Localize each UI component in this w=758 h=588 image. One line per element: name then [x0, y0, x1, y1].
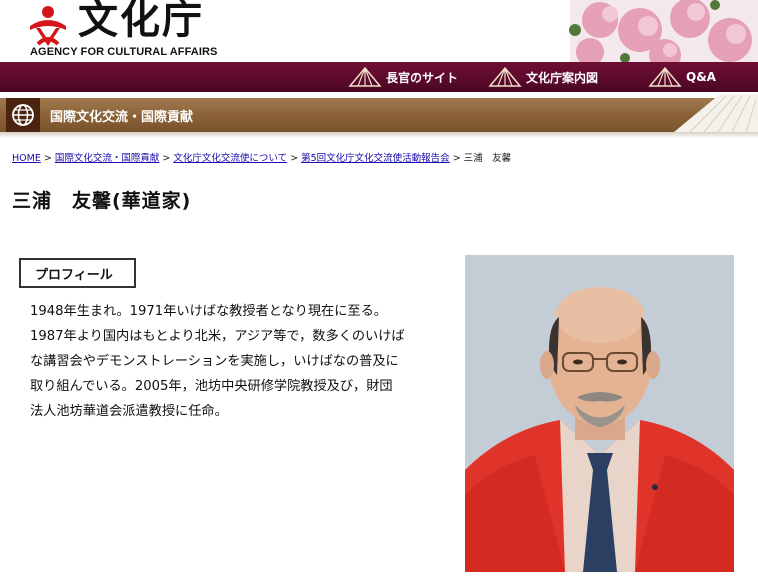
profile-line: 法人池坊華道会派遣教授に任命。 — [30, 404, 228, 419]
profile-line: 1987年より国内はもとより北米，アジア等で，数多くのいけば — [30, 329, 405, 344]
folding-fan-image — [674, 94, 758, 132]
page-title: 三浦 友馨(華道家) — [12, 190, 192, 212]
agency-logo-icon[interactable] — [26, 4, 70, 48]
section-shadow — [0, 132, 758, 138]
nav-label: 長官のサイト — [386, 70, 459, 85]
breadcrumb-report-meeting[interactable]: 第5回文化庁文化交流使活動報告会 — [301, 153, 450, 164]
breadcrumb-separator: > — [290, 153, 302, 164]
breadcrumb-separator: > — [43, 153, 55, 164]
profile-line: 1948年生まれ。1971年いけばな教授者となり現在に至る。 — [30, 304, 387, 319]
breadcrumb: HOME > 国際文化交流・国際貢献 > 文化庁文化交流使について > 第5回文… — [12, 150, 511, 164]
nav-agency-map[interactable]: 文化庁案内図 — [488, 62, 598, 92]
profile-text: 1948年生まれ。1971年いけばな教授者となり現在に至る。 1987年より国内… — [30, 299, 442, 424]
nav-qa[interactable]: Q&A — [648, 62, 716, 92]
section-header: 国際文化交流・国際貢献 — [0, 92, 758, 140]
breadcrumb-cultural-envoy[interactable]: 文化庁文化交流使について — [173, 153, 287, 164]
logo-title[interactable]: 文化庁 — [78, 0, 204, 44]
portrait-photo — [465, 255, 734, 572]
nav-label: Q&A — [686, 70, 716, 84]
fan-icon — [348, 66, 382, 87]
fan-icon — [648, 66, 682, 87]
breadcrumb-home[interactable]: HOME — [12, 153, 41, 164]
nav-label: 文化庁案内図 — [526, 70, 599, 85]
fan-icon — [488, 66, 522, 87]
breadcrumb-international-exchange[interactable]: 国際文化交流・国際貢献 — [55, 153, 160, 164]
profile-heading: プロフィール — [19, 258, 136, 288]
logo-subtitle: AGENCY FOR CULTURAL AFFAIRS — [30, 46, 218, 58]
site-header: 文化庁 AGENCY FOR CULTURAL AFFAIRS — [0, 0, 758, 62]
top-navigation: 長官のサイト 文化庁案内図 Q&A — [0, 62, 758, 92]
nav-commissioner-site[interactable]: 長官のサイト — [348, 62, 458, 92]
breadcrumb-separator: > — [452, 153, 464, 164]
breadcrumb-current: 三浦 友馨 — [463, 153, 512, 164]
profile-line: な講習会やデモンストレーションを実施し，いけばなの普及に — [30, 354, 399, 369]
section-title[interactable]: 国際文化交流・国際貢献 — [50, 106, 193, 125]
globe-icon — [6, 98, 40, 132]
profile-line: 取り組んでいる。2005年，池坊中央研修学院教授及び，財団 — [30, 379, 393, 394]
breadcrumb-separator: > — [162, 153, 174, 164]
flower-banner-image — [530, 0, 758, 62]
